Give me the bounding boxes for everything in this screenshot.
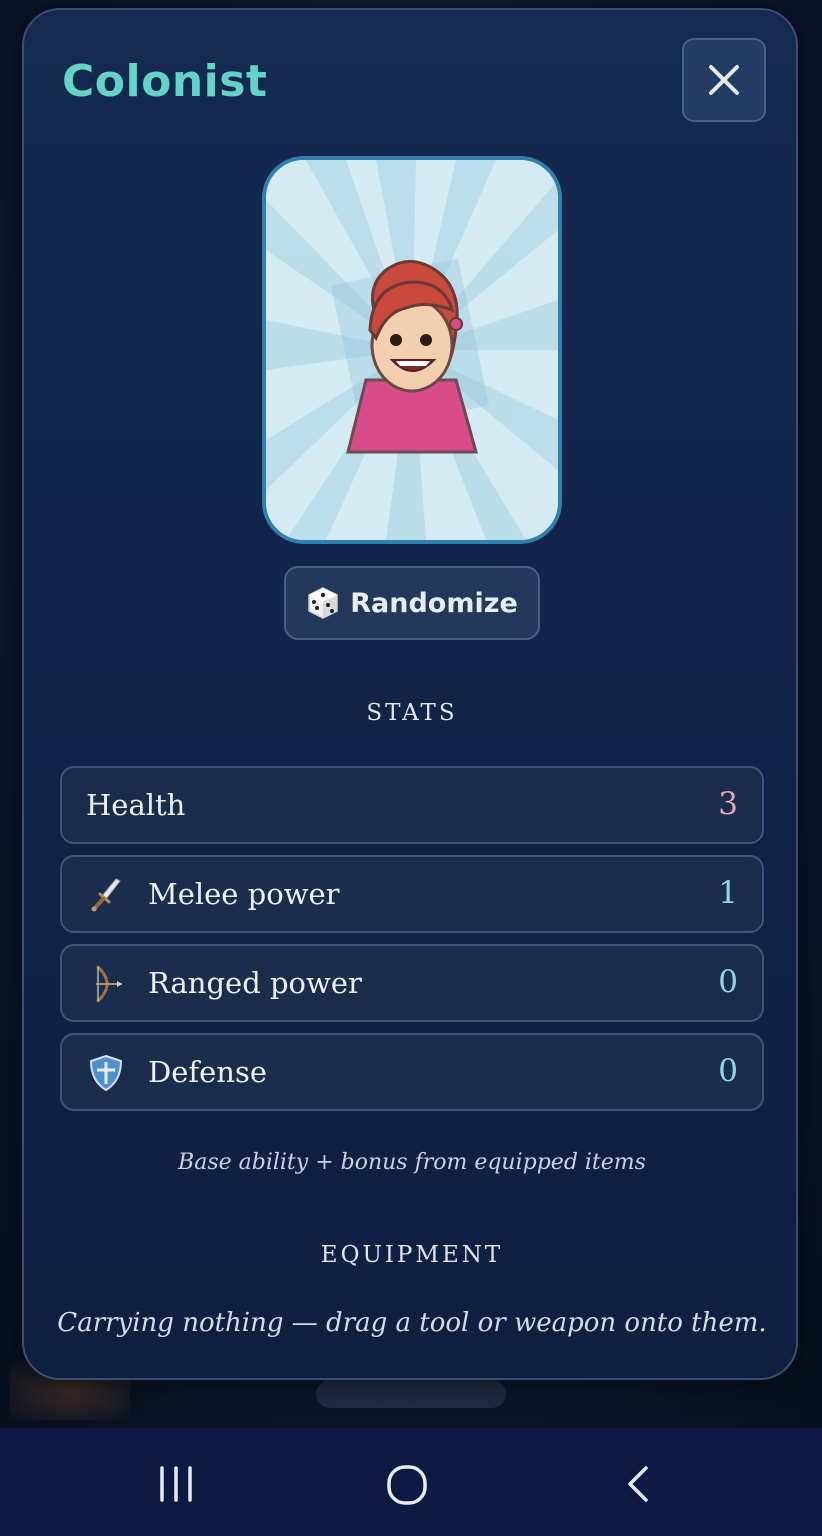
randomize-button[interactable]: Randomize (284, 566, 540, 640)
background-bar (316, 1380, 506, 1408)
stat-label-melee: Melee power (148, 877, 340, 911)
close-icon (709, 65, 739, 95)
stat-label-defense: Defense (148, 1055, 268, 1089)
randomize-label: Randomize (350, 587, 518, 619)
home-icon[interactable] (386, 1464, 428, 1506)
stat-row-melee: Melee power 1 (60, 855, 764, 933)
stat-row-health: Health 3 (60, 766, 764, 844)
close-button[interactable] (682, 38, 766, 122)
shield-icon (89, 1054, 123, 1092)
stats-heading: STATS (366, 700, 458, 726)
system-navigation-bar (0, 1428, 822, 1536)
sword-icon (91, 878, 121, 912)
stat-row-defense: Defense 0 (60, 1033, 764, 1111)
equipment-empty-text: Carrying nothing — drag a tool or weapon… (57, 1308, 767, 1338)
bow-icon (96, 965, 122, 1003)
dice-icon (308, 587, 338, 619)
stat-value-defense: 0 (718, 1053, 738, 1089)
equipment-heading: EQUIPMENT (320, 1242, 504, 1268)
back-icon[interactable] (620, 1464, 656, 1504)
recent-apps-icon[interactable] (156, 1464, 196, 1504)
stat-value-melee: 1 (718, 875, 738, 911)
stat-value-health: 3 (718, 786, 738, 822)
stat-label-health: Health (86, 788, 186, 822)
stat-row-ranged: Ranged power 0 (60, 944, 764, 1022)
stat-label-ranged: Ranged power (148, 966, 362, 1000)
colonist-panel: Colonist Randomize STATS Health 3 Melee … (22, 8, 798, 1380)
stat-value-ranged: 0 (718, 964, 738, 1000)
stats-note: Base ability + bonus from equipped items (178, 1150, 646, 1175)
colonist-avatar-icon (266, 160, 558, 540)
panel-title: Colonist (62, 56, 268, 107)
colonist-portrait (262, 156, 562, 544)
